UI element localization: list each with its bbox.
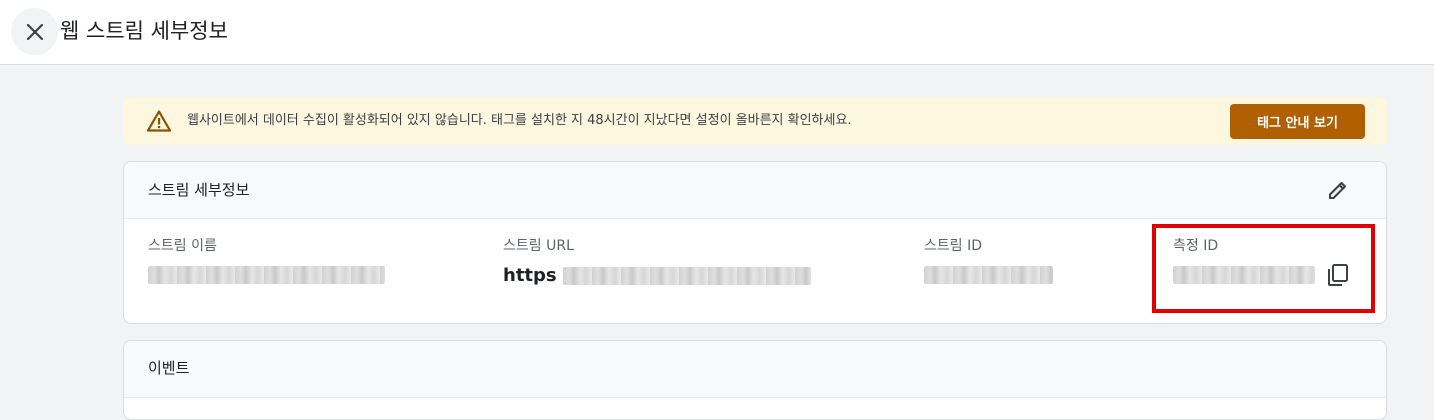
- warning-icon: [147, 110, 171, 132]
- edit-icon[interactable]: [1326, 178, 1350, 202]
- stream-id-label: 스트림 ID: [924, 238, 982, 254]
- top-bar: 웹 스트림 세부정보: [0, 0, 1434, 65]
- measurement-id-value-redacted[interactable]: [1173, 266, 1315, 284]
- stream-name-field: 스트림 이름: [148, 236, 385, 284]
- warning-message: 웹사이트에서 데이터 수집이 활성화되어 있지 않습니다. 태그를 설치한 지 …: [187, 113, 852, 128]
- stream-details-card: 스트림 세부정보 스트림 이름 스트림 URL https 스트림 ID 측정 …: [123, 161, 1387, 324]
- stream-name-label: 스트림 이름: [148, 238, 217, 254]
- stream-url-value-redacted: [562, 267, 811, 285]
- events-card: 이벤트: [123, 340, 1387, 420]
- measurement-id-field: 측정 ID: [1173, 236, 1315, 284]
- stream-id-field: 스트림 ID: [924, 236, 1053, 284]
- close-button[interactable]: [11, 8, 58, 55]
- events-header[interactable]: 이벤트: [124, 341, 1386, 398]
- stream-details-header: 스트림 세부정보: [124, 162, 1386, 219]
- stream-url-field: 스트림 URL https: [503, 236, 811, 288]
- stream-id-value-redacted: [924, 266, 1053, 284]
- copy-icon[interactable]: [1325, 262, 1351, 288]
- events-title: 이벤트: [148, 359, 190, 377]
- stream-url-label: 스트림 URL: [503, 238, 574, 254]
- close-icon: [26, 23, 43, 40]
- stream-url-prefix: https: [503, 265, 557, 286]
- view-tag-instructions-button[interactable]: 태그 안내 보기: [1230, 104, 1365, 139]
- page-title: 웹 스트림 세부정보: [60, 19, 228, 43]
- measurement-id-label: 측정 ID: [1173, 238, 1219, 254]
- warning-banner: 웹사이트에서 데이터 수집이 활성화되어 있지 않습니다. 태그를 설치한 지 …: [123, 97, 1387, 145]
- stream-details-title: 스트림 세부정보: [148, 181, 250, 199]
- stream-name-value-redacted: [148, 266, 385, 284]
